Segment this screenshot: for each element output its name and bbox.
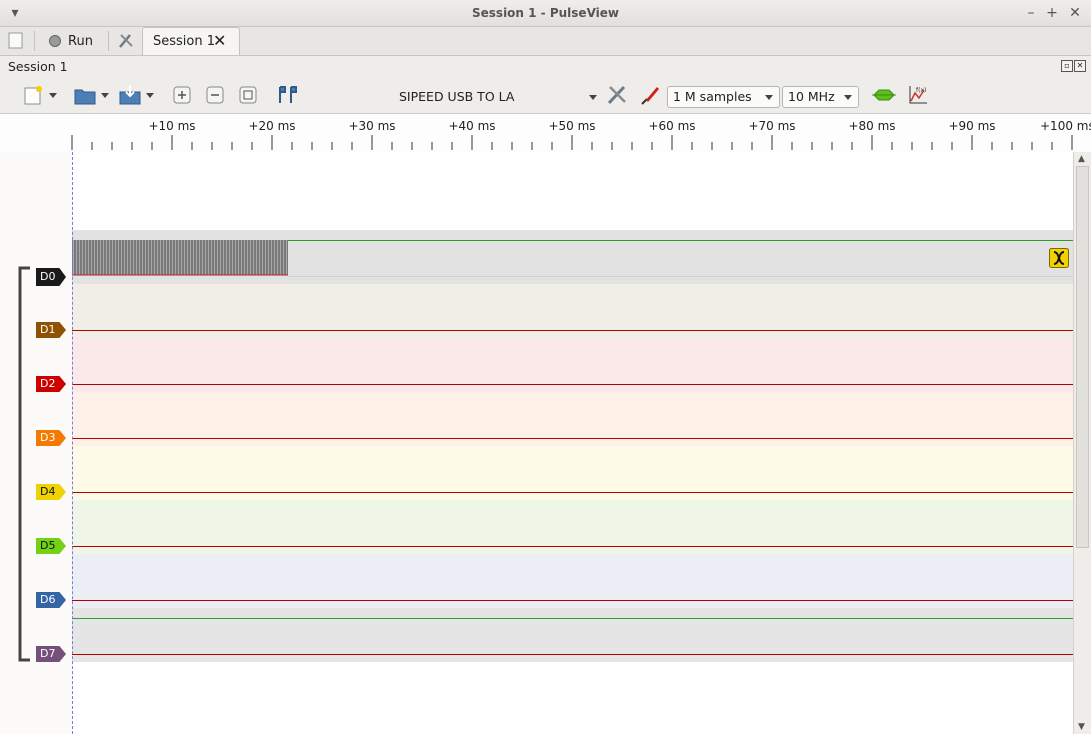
d0-signal-burst bbox=[72, 240, 288, 276]
device-name: SIPEED USB TO LA bbox=[399, 89, 515, 104]
channel-label-d5[interactable]: D5 bbox=[36, 538, 66, 554]
ruler-tick-label: +60 ms bbox=[648, 119, 696, 133]
signal-high-d7 bbox=[72, 618, 1073, 619]
session-label: Session 1 bbox=[8, 59, 68, 74]
trace-view[interactable] bbox=[72, 152, 1073, 734]
group-bracket bbox=[18, 266, 30, 662]
session-header: Session 1 ▫ ✕ bbox=[0, 56, 1091, 78]
ruler-tick-label: +50 ms bbox=[548, 119, 596, 133]
close-window-icon[interactable]: ✕ bbox=[1066, 4, 1084, 22]
ruler-tick-label: +40 ms bbox=[448, 119, 496, 133]
float-panel-icon[interactable]: ▫ bbox=[1061, 60, 1073, 72]
sample-count-select[interactable]: 1 M samples bbox=[667, 86, 780, 108]
signal-line-d2 bbox=[72, 384, 1073, 385]
probe-channels-icon[interactable] bbox=[638, 84, 662, 106]
vertical-scrollbar[interactable]: ▲ ▼ bbox=[1073, 152, 1091, 734]
channel-label-d6[interactable]: D6 bbox=[36, 592, 66, 608]
channel-header-panel: D0 D1 D2 D3 D4 D5 D6 D7 bbox=[0, 152, 72, 734]
configure-device-icon[interactable] bbox=[605, 84, 629, 106]
time-ruler[interactable]: +10 ms +20 ms +30 ms +40 ms +50 ms +60 ms +70 … bbox=[0, 114, 1091, 152]
device-selector[interactable]: SIPEED USB TO LA bbox=[330, 88, 610, 108]
device-dropdown-icon bbox=[589, 95, 597, 100]
sample-rate-value: 10 MHz bbox=[788, 89, 835, 104]
signal-line-d1 bbox=[72, 330, 1073, 331]
open-file-icon[interactable] bbox=[73, 84, 97, 106]
math-signal-icon[interactable]: f(x) bbox=[906, 84, 930, 106]
scroll-up-icon[interactable]: ▲ bbox=[1078, 154, 1085, 164]
cursor-icon[interactable] bbox=[276, 84, 300, 106]
zoom-fit-icon[interactable] bbox=[237, 84, 261, 106]
channel-label-d1[interactable]: D1 bbox=[36, 322, 66, 338]
zoom-out-icon[interactable] bbox=[204, 84, 228, 106]
ruler-tick-label: +70 ms bbox=[748, 119, 796, 133]
add-decoder-icon[interactable] bbox=[872, 84, 896, 106]
save-dropdown-icon[interactable] bbox=[144, 84, 156, 106]
scroll-thumb[interactable] bbox=[1076, 166, 1089, 548]
maximize-icon[interactable]: + bbox=[1043, 4, 1061, 22]
save-file-icon[interactable] bbox=[118, 84, 142, 106]
new-view-icon[interactable] bbox=[22, 84, 46, 106]
channel-label-d7[interactable]: D7 bbox=[36, 646, 66, 662]
tab-session-label: Session 1 bbox=[153, 34, 216, 49]
sample-rate-select[interactable]: 10 MHz bbox=[782, 86, 859, 108]
channel-label-d0[interactable]: D0 bbox=[36, 268, 66, 286]
signal-line-d6 bbox=[72, 600, 1073, 601]
signal-line-d3 bbox=[72, 438, 1073, 439]
sample-count-value: 1 M samples bbox=[673, 89, 752, 104]
tab-session-1[interactable]: Session 1 ✕ bbox=[142, 27, 240, 55]
close-panel-icon[interactable]: ✕ bbox=[1074, 60, 1086, 72]
signal-line-d4 bbox=[72, 492, 1073, 493]
tab-bar: Run Session 1 ✕ bbox=[0, 27, 1091, 56]
run-icon bbox=[49, 35, 61, 47]
minimize-icon[interactable]: – bbox=[1022, 4, 1040, 22]
new-view-dropdown-icon[interactable] bbox=[47, 84, 59, 106]
ruler-tick-label: +90 ms bbox=[948, 119, 996, 133]
ruler-tick-label: +30 ms bbox=[348, 119, 396, 133]
trigger-icon[interactable] bbox=[1049, 248, 1069, 268]
run-label: Run bbox=[68, 33, 93, 49]
run-button[interactable]: Run bbox=[48, 29, 93, 53]
signal-line-d0 bbox=[288, 276, 1073, 277]
channel-label-d2[interactable]: D2 bbox=[36, 376, 66, 392]
ruler-tick-label: +100 ms bbox=[1040, 119, 1091, 133]
title-bar: ▾ Session 1 - PulseView – + ✕ bbox=[0, 0, 1091, 27]
trigger-marker-line bbox=[72, 152, 74, 734]
new-document-icon[interactable] bbox=[8, 29, 24, 53]
ruler-tick-label: +20 ms bbox=[248, 119, 296, 133]
open-dropdown-icon[interactable] bbox=[99, 84, 111, 106]
scroll-down-icon[interactable]: ▼ bbox=[1078, 722, 1085, 732]
settings-tools-icon[interactable] bbox=[117, 29, 135, 53]
zoom-in-icon[interactable] bbox=[171, 84, 195, 106]
ruler-tick-label: +10 ms bbox=[148, 119, 196, 133]
close-tab-icon[interactable]: ✕ bbox=[213, 31, 226, 50]
svg-text:f(x): f(x) bbox=[916, 87, 926, 94]
channel-label-d4[interactable]: D4 bbox=[36, 484, 66, 500]
signal-line-d7 bbox=[72, 654, 1073, 655]
ruler-tick-label: +80 ms bbox=[848, 119, 896, 133]
channel-label-d3[interactable]: D3 bbox=[36, 430, 66, 446]
window-title: Session 1 - PulseView bbox=[472, 6, 619, 20]
main-toolbar: SIPEED USB TO LA 1 M samples 10 MHz f(x) bbox=[0, 78, 1091, 114]
signal-line-d5 bbox=[72, 546, 1073, 547]
